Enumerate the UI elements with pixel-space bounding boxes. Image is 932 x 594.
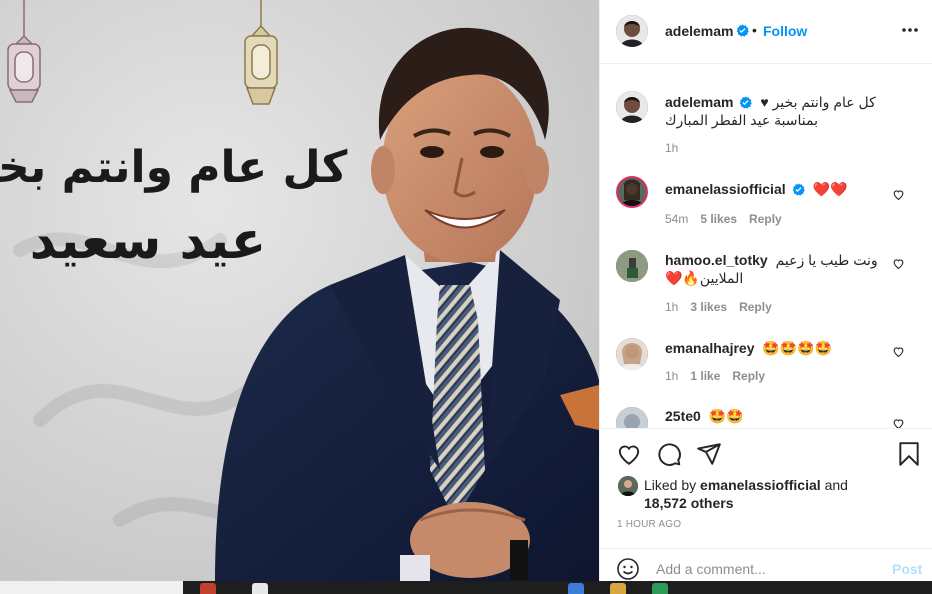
caption-text: adelemam كل عام وانتم بخير ♥ بمناسبة عيد…	[665, 93, 895, 129]
post-image[interactable]: كل عام وانتم بخير عيد سعيد	[0, 0, 599, 581]
caption-author-avatar[interactable]	[616, 91, 648, 123]
comment-username[interactable]: emanalhajrey	[665, 340, 755, 356]
liked-by-text: Liked by emanelassiofficial and 18,572 o…	[644, 476, 914, 512]
heart-icon[interactable]	[616, 441, 642, 467]
caption-line-2: بمناسبة عيد الفطر المبارك	[665, 112, 819, 128]
heart-icon[interactable]	[892, 188, 905, 201]
post-artwork: كل عام وانتم بخير عيد سعيد	[0, 0, 599, 581]
heart-icon[interactable]	[892, 417, 905, 428]
likes-count[interactable]: 18,572 others	[644, 495, 734, 511]
comment-item: 25te0 🤩🤩	[600, 407, 932, 428]
emoji-icon[interactable]	[616, 557, 640, 581]
reply-button[interactable]: Reply	[732, 369, 765, 383]
comment-meta: 1h 1 like Reply	[665, 369, 777, 383]
comment-body: 🤩🤩🤩🤩	[762, 340, 833, 356]
liked-by-avatar[interactable]	[618, 476, 638, 496]
comment-likes[interactable]: 3 likes	[690, 300, 727, 314]
comment-username[interactable]: hamoo.el_totky	[665, 252, 768, 268]
post-header: adelemam • Follow	[600, 0, 932, 64]
bookmark-icon[interactable]	[896, 441, 922, 467]
heart-icon[interactable]	[892, 345, 905, 358]
comment-text: hamoo.el_totky ونت طيب يا زعيم الملايين🔥…	[665, 251, 895, 287]
separator-dot: •	[752, 22, 757, 38]
comment-icon[interactable]	[656, 441, 682, 467]
action-bar: Liked by emanelassiofficial and 18,572 o…	[600, 428, 932, 556]
comment-item: emanalhajrey 🤩🤩🤩🤩 1h 1 like Reply	[600, 338, 932, 398]
os-taskbar	[0, 581, 932, 594]
caption-username[interactable]: adelemam	[665, 94, 733, 110]
commenter-avatar[interactable]	[616, 176, 648, 208]
taskbar-app-icon[interactable]	[200, 583, 216, 594]
taskbar-app-icon[interactable]	[252, 583, 268, 594]
comment-username[interactable]: 25te0	[665, 408, 701, 424]
post-sidebar: adelemam • Follow adelemam كل عام وانتم …	[599, 0, 932, 581]
svg-text:كل عام وانتم بخير: كل عام وانتم بخير	[0, 142, 348, 193]
taskbar-app-icon[interactable]	[568, 583, 584, 594]
comment-body: ❤️❤️	[812, 181, 848, 197]
commenter-avatar[interactable]	[616, 250, 648, 282]
reply-button[interactable]: Reply	[749, 212, 782, 226]
comment-input[interactable]	[656, 559, 876, 579]
verified-icon	[736, 24, 749, 37]
author-avatar[interactable]	[616, 15, 648, 47]
liked-by-prefix: Liked by	[644, 477, 697, 493]
heart-icon[interactable]	[892, 257, 905, 270]
comment-username[interactable]: emanelassiofficial	[665, 181, 786, 197]
comment-meta: 1h 3 likes Reply	[665, 300, 784, 314]
comment-item: emanelassiofficial ❤️❤️ 54m 5 likes Reply	[600, 172, 932, 236]
comment-text: emanalhajrey 🤩🤩🤩🤩	[665, 339, 895, 357]
post-comment-button[interactable]: Post	[892, 561, 922, 577]
more-icon[interactable]	[900, 22, 920, 38]
comment-text: emanelassiofficial ❤️❤️	[665, 180, 895, 198]
caption-line-1: كل عام وانتم بخير ♥	[760, 94, 876, 110]
follow-button[interactable]: Follow	[763, 23, 807, 39]
taskbar-app-icon[interactable]	[652, 583, 668, 594]
comment-likes[interactable]: 5 likes	[700, 212, 737, 226]
comment-time[interactable]: 54m	[665, 212, 688, 226]
taskbar-left-area	[0, 581, 183, 594]
liked-by-user[interactable]: emanelassiofficial	[700, 477, 821, 493]
comment-meta: 54m 5 likes Reply	[665, 212, 794, 226]
post-caption: adelemam كل عام وانتم بخير ♥ بمناسبة عيد…	[600, 89, 932, 159]
caption-meta: 1h	[665, 141, 690, 155]
comment-time[interactable]: 1h	[665, 300, 678, 314]
liked-by-and: and	[824, 477, 848, 493]
commenter-avatar[interactable]	[616, 338, 648, 370]
share-icon[interactable]	[696, 441, 722, 467]
commenter-avatar[interactable]	[616, 407, 648, 428]
comment-time[interactable]: 1h	[665, 369, 678, 383]
taskbar-app-icon[interactable]	[610, 583, 626, 594]
comments-list[interactable]: adelemam كل عام وانتم بخير ♥ بمناسبة عيد…	[600, 65, 932, 428]
reply-button[interactable]: Reply	[739, 300, 772, 314]
verified-icon	[792, 183, 805, 196]
caption-time[interactable]: 1h	[665, 141, 678, 155]
svg-text:عيد سعيد: عيد سعيد	[30, 211, 267, 271]
comment-text: 25te0 🤩🤩	[665, 407, 895, 425]
comment-body: 🤩🤩	[708, 408, 744, 424]
add-comment-bar: Post	[600, 548, 932, 581]
comment-item: hamoo.el_totky ونت طيب يا زعيم الملايين🔥…	[600, 250, 932, 326]
comment-likes[interactable]: 1 like	[690, 369, 720, 383]
author-username[interactable]: adelemam	[665, 23, 733, 39]
post-timestamp[interactable]: 1 HOUR AGO	[617, 519, 681, 530]
verified-icon	[740, 96, 753, 109]
